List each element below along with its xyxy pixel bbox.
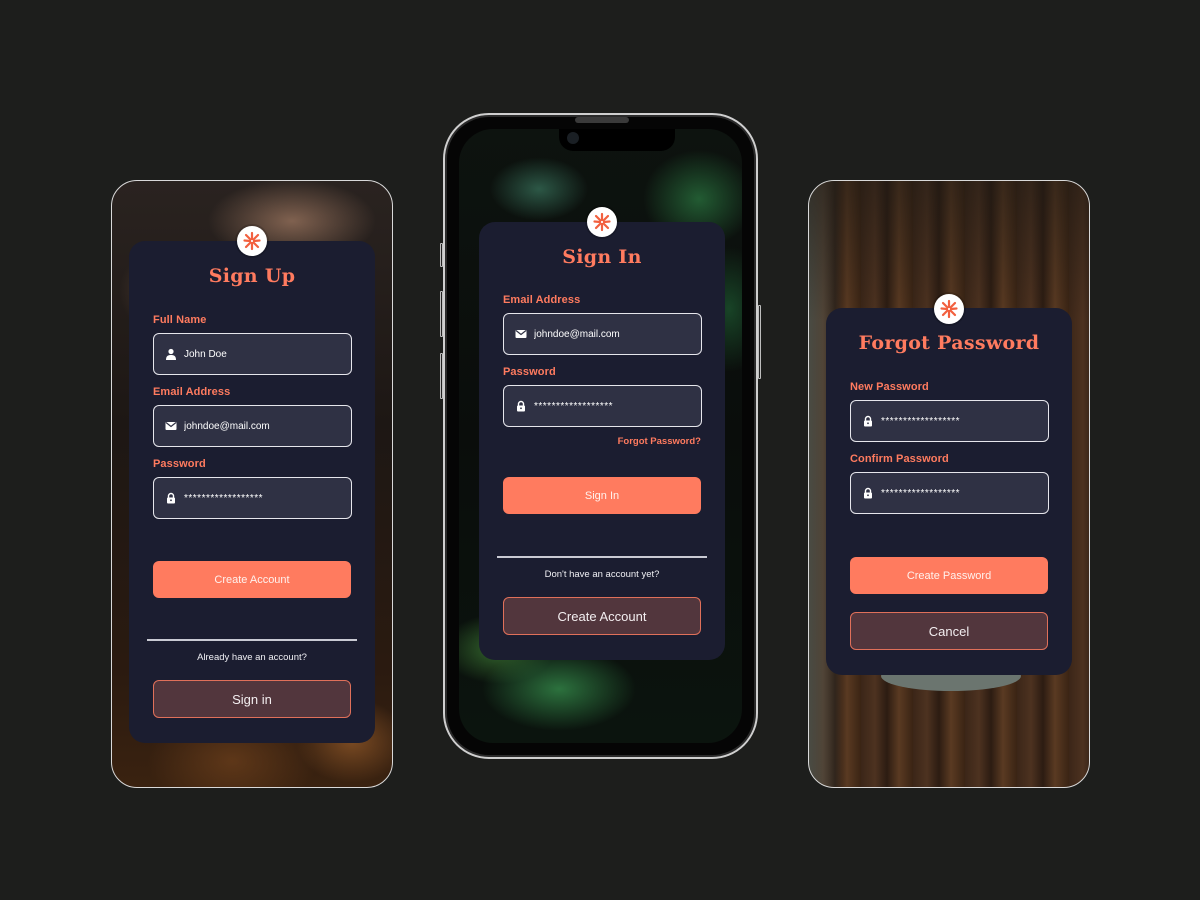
forgot-password-card: Forgot Password New Password Confirm Pas… (826, 308, 1072, 675)
sign-up-logo (237, 226, 267, 256)
sign-in-logo (587, 207, 617, 237)
full-name-label: Full Name (153, 314, 207, 326)
sign-up-card: Sign Up Full Name Email Address Password… (129, 241, 375, 743)
divider (497, 556, 707, 558)
forgot-password-logo (934, 294, 964, 324)
lock-icon (165, 492, 177, 504)
no-account-text: Don't have an account yet? (544, 569, 660, 580)
lock-icon (862, 487, 874, 499)
mail-icon (165, 420, 177, 432)
divider (147, 639, 357, 641)
sign-in-title: Sign In (562, 246, 642, 268)
confirm-password-input[interactable] (881, 487, 1031, 499)
phone-notch (559, 129, 675, 151)
sign-up-title: Sign Up (208, 265, 296, 287)
sign-in-button[interactable]: Sign In (503, 477, 701, 514)
email-label: Email Address (153, 386, 231, 398)
sign-up-screen: Sign Up Full Name Email Address Password… (111, 180, 393, 788)
password-input[interactable] (184, 492, 334, 504)
email-field[interactable] (153, 405, 352, 447)
create-account-button[interactable]: Create Account (503, 597, 701, 635)
password-input[interactable] (534, 400, 684, 412)
create-account-button[interactable]: Create Account (153, 561, 351, 598)
camera-icon (567, 132, 579, 144)
forgot-password-title: Forgot Password (858, 332, 1040, 354)
new-password-input[interactable] (881, 415, 1031, 427)
lock-icon (862, 415, 874, 427)
full-name-field[interactable] (153, 333, 352, 375)
new-password-field[interactable] (850, 400, 1049, 442)
already-have-account-text: Already have an account? (197, 652, 307, 663)
password-label: Password (153, 458, 206, 470)
confirm-password-label: Confirm Password (850, 453, 949, 465)
phone-mute-switch (440, 243, 443, 267)
new-password-label: New Password (850, 381, 929, 393)
email-input[interactable] (184, 420, 334, 432)
asterisk-burst-icon (593, 212, 611, 232)
lock-icon (515, 400, 527, 412)
sign-in-screen: Sign In Email Address Password Forgot Pa… (459, 129, 742, 743)
forgot-password-link[interactable]: Forgot Password? (618, 436, 701, 447)
phone-volume-up (440, 291, 443, 337)
asterisk-burst-icon (940, 299, 958, 319)
phone-power-button (758, 305, 761, 379)
password-field[interactable] (153, 477, 352, 519)
create-password-button[interactable]: Create Password (850, 557, 1048, 594)
sign-in-phone: Sign In Email Address Password Forgot Pa… (440, 113, 761, 759)
asterisk-burst-icon (243, 231, 261, 251)
cancel-button[interactable]: Cancel (850, 612, 1048, 650)
password-field[interactable] (503, 385, 702, 427)
phone-speaker (575, 117, 629, 123)
sign-in-button[interactable]: Sign in (153, 680, 351, 718)
email-label: Email Address (503, 294, 581, 306)
confirm-password-field[interactable] (850, 472, 1049, 514)
mail-icon (515, 328, 527, 340)
email-input[interactable] (534, 328, 684, 340)
password-label: Password (503, 366, 556, 378)
phone-volume-down (440, 353, 443, 399)
full-name-input[interactable] (184, 348, 334, 360)
email-field[interactable] (503, 313, 702, 355)
user-icon (165, 348, 177, 360)
forgot-password-screen: Forgot Password New Password Confirm Pas… (808, 180, 1090, 788)
sign-in-card: Sign In Email Address Password Forgot Pa… (479, 222, 725, 660)
